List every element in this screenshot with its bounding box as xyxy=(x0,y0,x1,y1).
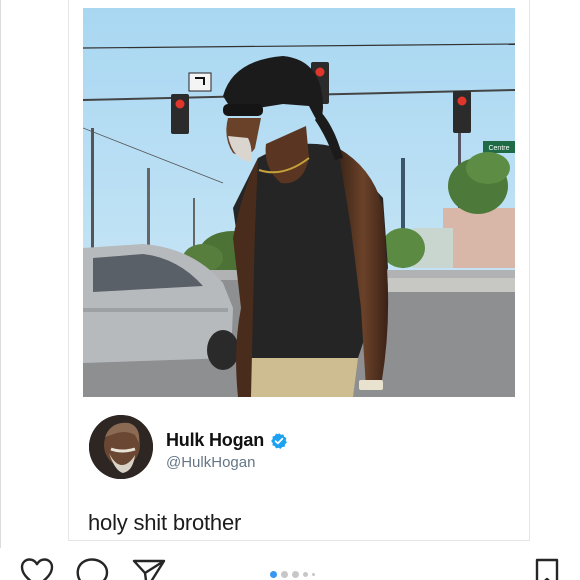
share-icon[interactable] xyxy=(132,558,166,580)
tweet-photo[interactable]: Centre xyxy=(83,8,515,397)
verified-badge-icon xyxy=(270,432,288,450)
carousel-dot[interactable] xyxy=(281,570,288,578)
carousel-dot[interactable] xyxy=(312,572,315,576)
carousel-dot[interactable] xyxy=(292,570,299,578)
author-name[interactable]: Hulk Hogan xyxy=(166,430,264,451)
post-card: Centre Hulk Hogan @HulkHogan holy shit b… xyxy=(68,0,530,541)
author-handle[interactable]: @HulkHogan xyxy=(166,454,255,471)
carousel-dot-active[interactable] xyxy=(270,570,277,578)
comment-icon[interactable] xyxy=(76,558,110,580)
heart-icon[interactable] xyxy=(20,558,54,580)
tweet-text: holy shit brother xyxy=(88,510,242,535)
street-sign-text: Centre xyxy=(488,145,509,152)
bookmark-icon[interactable] xyxy=(534,558,560,580)
feed-divider xyxy=(0,0,1,548)
carousel-indicator xyxy=(270,570,315,578)
author-avatar[interactable] xyxy=(89,415,153,479)
carousel-dot[interactable] xyxy=(303,571,308,577)
